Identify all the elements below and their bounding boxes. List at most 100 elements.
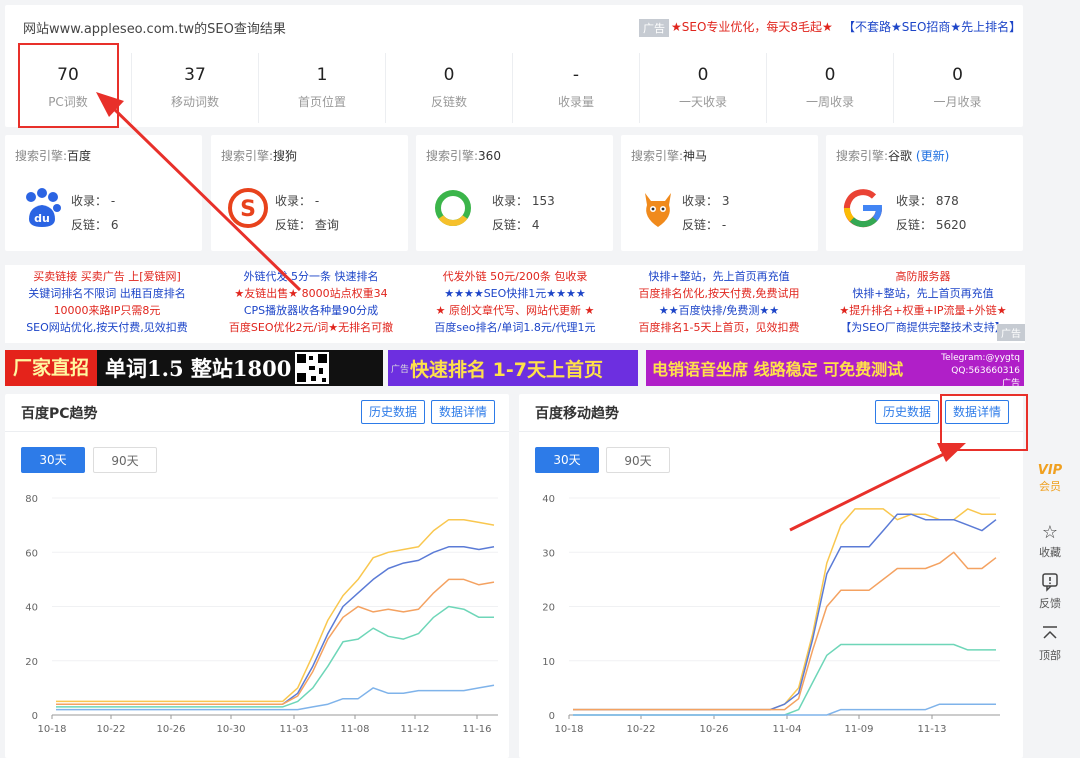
- ad-badge: 广告: [639, 19, 669, 37]
- y-tick-label: 40: [542, 494, 555, 505]
- x-tick-label: 10-22: [96, 724, 125, 735]
- stat-value: 0: [952, 65, 963, 85]
- ad-link[interactable]: 【为SEO厂商提供完整技术支持】: [821, 319, 1025, 336]
- engine-index: 收录： -: [275, 194, 320, 208]
- 360-icon: [435, 190, 471, 226]
- page-title: 网站www.appleseo.com.tw的SEO查询结果: [23, 22, 286, 37]
- ad-link[interactable]: 快排+整站，先上首页再充值: [821, 285, 1025, 302]
- banner-2-text: 快速排名 1-7天上首页: [410, 358, 603, 381]
- star-icon: ☆: [1041, 522, 1059, 543]
- data-detail-button[interactable]: 数据详情: [945, 400, 1010, 424]
- stat-month-indexed[interactable]: 0 一月收录: [894, 53, 1021, 123]
- tab-30-days[interactable]: 30天: [21, 447, 85, 473]
- banner-3-telegram: Telegram:@yygtq: [941, 353, 1020, 363]
- x-tick-label: 10-18: [554, 724, 583, 735]
- ad-link[interactable]: 关键词排名不限词 出租百度排名: [5, 285, 209, 302]
- stat-value: -: [572, 65, 580, 85]
- ad-link[interactable]: 代发外链 50元/200条 包收录: [413, 268, 617, 285]
- engine-links: 反链： 4: [492, 218, 540, 232]
- engine-index: 收录： 3: [682, 194, 730, 208]
- y-tick-label: 0: [32, 711, 38, 722]
- banner-1-tag: 厂家直招: [5, 350, 98, 386]
- top-ad-link-2[interactable]: 【不套路★SEO招商★先上排名】: [843, 18, 1021, 35]
- stat-week-indexed[interactable]: 0 一周收录: [767, 53, 894, 123]
- banner-ad-3[interactable]: 电销语音坐席 线路稳定 可免费测试 Telegram:@yygtq QQ:563…: [646, 350, 1024, 386]
- engine-name: 360: [478, 149, 501, 163]
- ad-link[interactable]: 10000来路IP只需8元: [5, 302, 209, 319]
- text-ads: 买卖链接 买卖广告 上[爱链网] 关键词排名不限词 出租百度排名 10000来路…: [5, 265, 1025, 343]
- x-tick-label: 11-03: [279, 724, 308, 735]
- stat-label: 一月收录: [933, 95, 982, 109]
- stat-mobile-words[interactable]: 37 移动词数: [132, 53, 259, 123]
- series-line-0: [56, 518, 495, 703]
- sidebar-feedback[interactable]: 反馈: [1033, 572, 1067, 611]
- engine-prefix: 搜索引擎:: [836, 149, 889, 163]
- engine-links[interactable]: 反链： 查询: [275, 216, 339, 233]
- engine-links: 反链： 6: [71, 218, 119, 232]
- stat-label: 移动词数: [170, 95, 219, 109]
- seo-summary-card: 网站www.appleseo.com.tw的SEO查询结果 广告 ★SEO专业优…: [5, 5, 1023, 127]
- ad-link[interactable]: ★提升排名+权重+IP流量+外链★: [821, 302, 1025, 319]
- ad-link[interactable]: 百度排名优化,按天付费,免费试用: [617, 285, 821, 302]
- ad-link[interactable]: 高防服务器: [821, 268, 1025, 285]
- baidu-icon: du: [26, 188, 61, 227]
- engine-links: 反链： 5620: [896, 218, 967, 232]
- ad-link[interactable]: 快排+整站，先上首页再充值: [617, 268, 821, 285]
- y-tick-label: 60: [25, 548, 38, 559]
- stat-value: 0: [443, 65, 455, 85]
- ad-link[interactable]: ★★★★SEO快排1元★★★★: [413, 285, 617, 302]
- stat-indexed[interactable]: - 收录量: [513, 53, 640, 123]
- stat-first-page[interactable]: 1 首页位置: [259, 53, 386, 123]
- engine-prefix: 搜索引擎:: [426, 149, 479, 163]
- ad-column: 快排+整站，先上首页再充值 百度排名优化,按天付费,免费试用 ★★百度快排/免费…: [617, 268, 821, 336]
- sidebar-label: 顶部: [1039, 649, 1061, 662]
- stat-backlinks[interactable]: 0 反链数: [386, 53, 513, 123]
- data-detail-button[interactable]: 数据详情: [431, 400, 496, 424]
- ad-link[interactable]: 买卖链接 买卖广告 上[爱链网]: [5, 268, 209, 285]
- stat-value: 0: [824, 65, 836, 85]
- ad-link[interactable]: 百度排名1-5天上首页，见效扣费: [617, 319, 821, 336]
- y-tick-label: 30: [542, 548, 555, 559]
- x-tick-label: 11-12: [400, 724, 429, 735]
- series-line-2: [56, 578, 495, 705]
- ad-link[interactable]: CPS播放器收各种量90分成: [209, 302, 413, 319]
- ad-link[interactable]: ★★百度快排/免费测★★: [617, 302, 821, 319]
- ad-link[interactable]: 百度seo排名/单词1.8元/代理1元: [413, 319, 617, 336]
- svg-text:du: du: [34, 212, 50, 225]
- banner-ad-1[interactable]: 厂家直招 单词1.5 整站1800: [5, 350, 383, 386]
- update-link[interactable]: (更新): [916, 149, 949, 163]
- history-data-button[interactable]: 历史数据: [875, 400, 940, 424]
- tab-30-days[interactable]: 30天: [535, 447, 599, 473]
- engine-heading: 搜索引擎:谷歌 (更新): [836, 147, 949, 164]
- google-icon: [844, 189, 883, 228]
- sidebar-vip[interactable]: VIP 会员: [1033, 463, 1067, 494]
- sidebar-favorite[interactable]: ☆ 收藏: [1033, 522, 1067, 560]
- tab-90-days[interactable]: 90天: [606, 447, 670, 473]
- sidebar-back-to-top[interactable]: 顶部: [1033, 624, 1067, 663]
- engine-heading: 搜索引擎:百度: [15, 147, 91, 164]
- feedback-icon: [1042, 573, 1058, 592]
- ad-link[interactable]: 百度SEO优化2元/词★无排名可撤: [209, 319, 413, 336]
- x-tick-label: 11-16: [462, 724, 491, 735]
- top-ad-link-1[interactable]: ★SEO专业优化，每天8毛起★: [671, 18, 833, 35]
- panel-header: 百度移动趋势 历史数据 数据详情: [519, 394, 1023, 432]
- ad-column: 买卖链接 买卖广告 上[爱链网] 关键词排名不限词 出租百度排名 10000来路…: [5, 268, 209, 336]
- engine-card-360: 搜索引擎:360 收录： 153 反链： 4: [416, 135, 613, 251]
- stat-pc-words[interactable]: 70 PC词数: [5, 53, 132, 123]
- banner-ad-2[interactable]: 广告 快速排名 1-7天上首页: [388, 350, 638, 386]
- stat-value: 70: [57, 65, 79, 85]
- ad-link[interactable]: 外链代发 5分一条 快速排名: [209, 268, 413, 285]
- ad-link[interactable]: ★ 原创文章代写、网站代更新 ★: [413, 302, 617, 319]
- ad-link[interactable]: ★友链出售★ 8000站点权重34: [209, 285, 413, 302]
- panel-title: 百度PC趋势: [21, 406, 98, 422]
- x-tick-label: 11-13: [917, 724, 946, 735]
- banner-3-qq: QQ:563660316: [951, 366, 1020, 376]
- stat-label: 一天收录: [678, 95, 727, 109]
- stat-day-indexed[interactable]: 0 一天收录: [640, 53, 767, 123]
- engine-prefix: 搜索引擎:: [15, 149, 68, 163]
- ad-link[interactable]: SEO网站优化,按天付费,见效扣费: [5, 319, 209, 336]
- tab-90-days[interactable]: 90天: [93, 447, 157, 473]
- x-tick-label: 10-26: [156, 724, 185, 735]
- history-data-button[interactable]: 历史数据: [361, 400, 426, 424]
- sogou-icon: S: [228, 188, 268, 228]
